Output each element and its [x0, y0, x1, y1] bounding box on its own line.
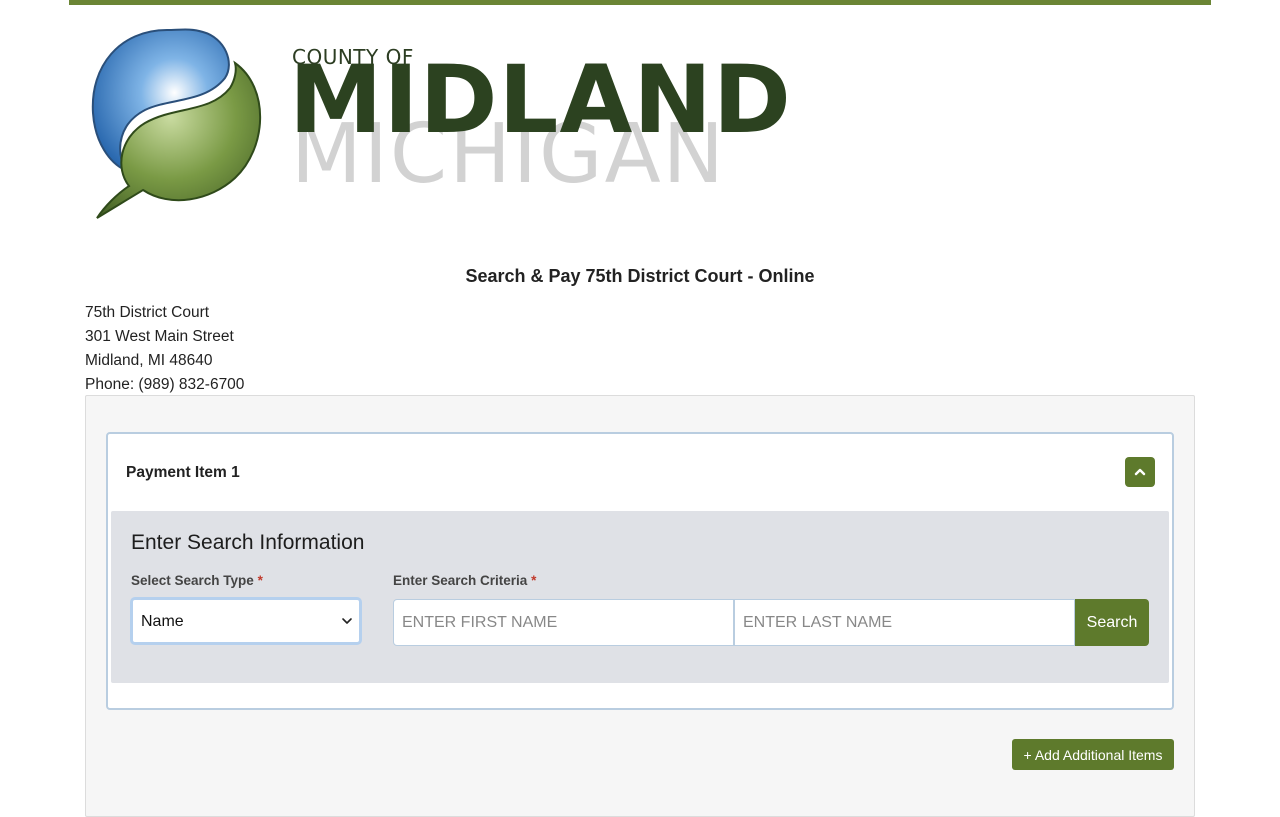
- payment-panel: Payment Item 1 Enter Search Information …: [85, 395, 1195, 817]
- logo-leaf-icon: [91, 28, 262, 219]
- address-street: 301 West Main Street: [85, 328, 234, 345]
- address-phone: Phone: (989) 832-6700: [85, 376, 245, 393]
- chevron-up-icon: [1134, 468, 1146, 476]
- search-criteria-label-text: Enter Search Criteria: [393, 573, 528, 588]
- search-type-label: Select Search Type *: [131, 573, 263, 588]
- required-mark: *: [531, 573, 537, 588]
- search-type-select[interactable]: Name: [130, 597, 362, 645]
- collapse-button[interactable]: [1125, 457, 1155, 487]
- top-accent-bar: [69, 0, 1211, 5]
- logo-midland-text: MIDLAND: [289, 46, 792, 155]
- search-type-label-text: Select Search Type: [131, 573, 254, 588]
- county-logo: MICHIGAN COUNTY OF MIDLAND: [85, 18, 791, 228]
- first-name-input[interactable]: [393, 599, 734, 646]
- last-name-input[interactable]: [734, 599, 1075, 646]
- payment-item-title: Payment Item 1: [126, 464, 240, 481]
- search-section: Enter Search Information Select Search T…: [111, 511, 1169, 683]
- search-type-value: Name: [141, 613, 184, 630]
- address-court-name: 75th District Court: [85, 304, 210, 321]
- court-address: 75th District Court 301 West Main Street…: [85, 301, 244, 397]
- address-city: Midland, MI 48640: [85, 352, 213, 369]
- add-additional-items-button[interactable]: + Add Additional Items: [1012, 739, 1174, 770]
- payment-item-card: Payment Item 1 Enter Search Information …: [106, 432, 1174, 710]
- chevron-down-icon: [342, 618, 352, 624]
- search-button[interactable]: Search: [1075, 599, 1149, 646]
- required-mark: *: [257, 573, 263, 588]
- page-title: Search & Pay 75th District Court - Onlin…: [465, 266, 815, 286]
- search-criteria-label: Enter Search Criteria *: [393, 573, 536, 588]
- search-section-heading: Enter Search Information: [131, 531, 365, 554]
